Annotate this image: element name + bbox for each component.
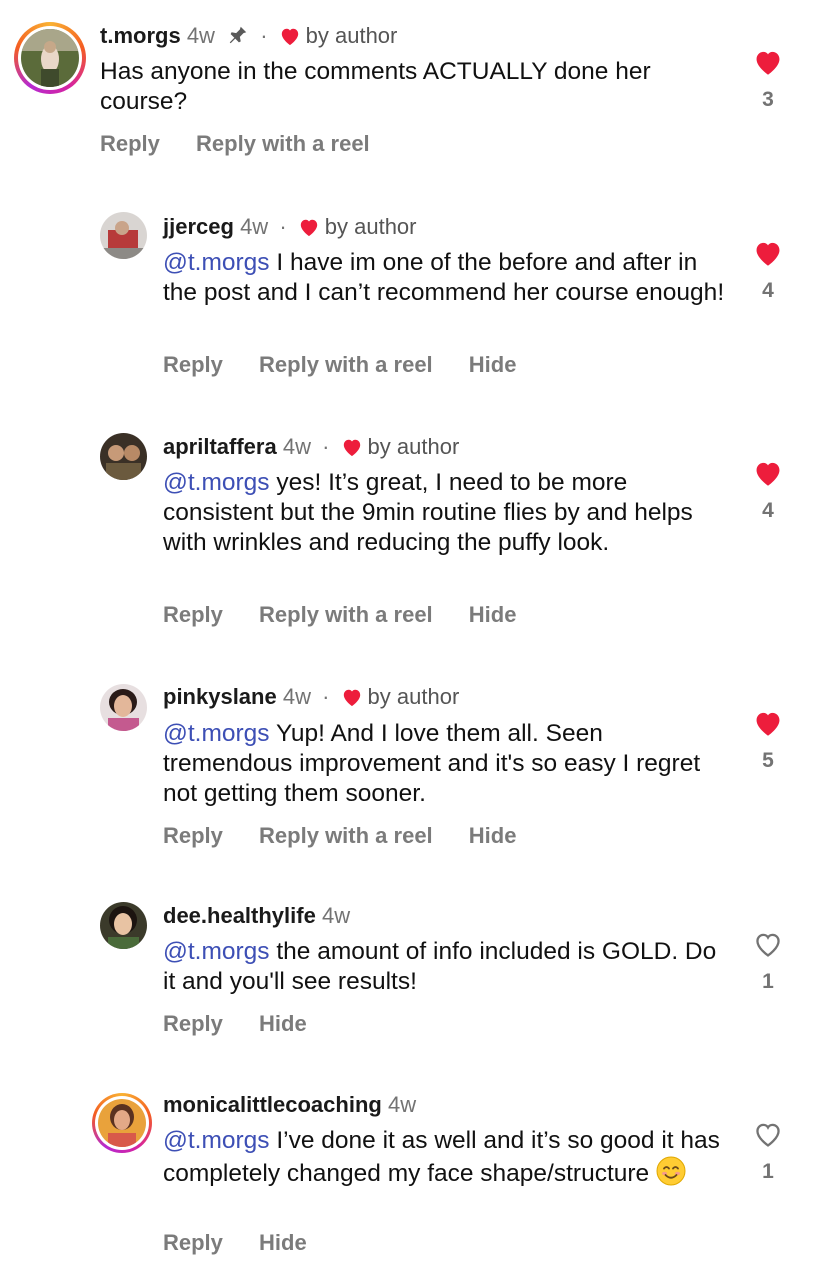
username[interactable]: pinkyslane <box>163 684 277 709</box>
mention-link[interactable]: @t.morgs <box>163 938 270 965</box>
pin-icon <box>227 24 249 53</box>
comment-text: @t.morgs I have im one of the before and… <box>163 249 725 306</box>
mention-link[interactable]: @t.morgs <box>163 1127 270 1154</box>
heart-outline-icon[interactable] <box>752 930 784 958</box>
author-liked-heart-icon <box>341 436 363 464</box>
liked-by-author-label: by author <box>324 214 417 239</box>
like-control: 4 <box>748 459 788 523</box>
comment-actions: Reply Hide <box>163 1230 337 1256</box>
mention-link[interactable]: @t.morgs <box>163 249 270 276</box>
comment-text: @t.morgs Yup! And I love them all. Seen … <box>163 720 701 807</box>
like-count: 3 <box>762 88 774 111</box>
comment-pinkyslane: pinkyslane 4w · by author @t.morgs Yup! … <box>0 671 822 861</box>
comment-apriltaffera: apriltaffera 4w · by author @t.morgs yes… <box>0 420 822 650</box>
smiling-face-icon <box>656 1156 686 1186</box>
like-count: 1 <box>762 970 774 993</box>
comment-age: 4w <box>282 684 311 709</box>
hide-button[interactable]: Hide <box>259 1011 307 1036</box>
story-ring[interactable] <box>92 1093 152 1153</box>
comment-age: 4w <box>387 1092 417 1117</box>
author-liked-heart-icon <box>298 216 320 244</box>
comment-age: 4w <box>321 903 351 928</box>
like-control: 3 <box>748 48 788 112</box>
heart-filled-icon[interactable] <box>752 239 784 267</box>
reply-button[interactable]: Reply <box>163 1011 223 1036</box>
avatar[interactable] <box>100 684 147 731</box>
comment-header: monicalittlecoaching 4w <box>163 1091 416 1119</box>
comment-text: @t.morgs I’ve done it as well and it’s s… <box>163 1127 720 1187</box>
author-liked-heart-icon <box>341 686 363 714</box>
comment-text: @t.morgs yes! It’s great, I need to be m… <box>163 469 693 556</box>
like-control: 1 <box>748 930 788 994</box>
heart-filled-icon[interactable] <box>752 459 784 487</box>
like-count: 4 <box>762 279 774 302</box>
reply-with-reel-button[interactable]: Reply with a reel <box>196 131 370 156</box>
like-count: 5 <box>762 749 774 772</box>
reply-with-reel-button[interactable]: Reply with a reel <box>259 823 433 848</box>
like-count: 4 <box>762 499 774 522</box>
avatar[interactable] <box>100 433 147 480</box>
reply-with-reel-button[interactable]: Reply with a reel <box>259 352 433 377</box>
avatar[interactable] <box>100 902 147 949</box>
mention-link[interactable]: @t.morgs <box>163 720 270 747</box>
hide-button[interactable]: Hide <box>469 823 517 848</box>
reply-with-reel-button[interactable]: Reply with a reel <box>259 602 433 627</box>
reply-button[interactable]: Reply <box>163 352 223 377</box>
avatar[interactable] <box>21 29 79 87</box>
comment-header: dee.healthylife 4w <box>163 902 350 930</box>
story-ring[interactable] <box>14 22 86 94</box>
reply-button[interactable]: Reply <box>163 823 223 848</box>
comment-header: apriltaffera 4w · by author <box>163 433 459 464</box>
username[interactable]: monicalittlecoaching <box>163 1092 382 1117</box>
comment-jjerceg: jjerceg 4w · by author @t.morgs I have i… <box>0 200 822 390</box>
reply-button[interactable]: Reply <box>100 131 160 156</box>
comment-actions: Reply Reply with a reel Hide <box>163 823 546 849</box>
heart-outline-icon[interactable] <box>752 1120 784 1148</box>
hide-button[interactable]: Hide <box>469 602 517 627</box>
author-liked-heart-icon <box>279 25 301 53</box>
liked-by-author-label: by author <box>367 434 460 459</box>
heart-filled-icon[interactable] <box>752 709 784 737</box>
comment-header: jjerceg 4w · by author <box>163 213 417 244</box>
mention-link[interactable]: @t.morgs <box>163 469 270 496</box>
like-control: 4 <box>748 239 788 303</box>
username[interactable]: apriltaffera <box>163 434 277 459</box>
hide-button[interactable]: Hide <box>259 1230 307 1255</box>
comment-actions: Reply Hide <box>163 1011 337 1037</box>
comment-age: 4w <box>186 23 215 48</box>
comment-age: 4w <box>240 214 269 239</box>
comment-monicalittlecoaching: monicalittlecoaching 4w @t.morgs I’ve do… <box>0 1080 822 1280</box>
comment-age: 4w <box>282 434 311 459</box>
username[interactable]: dee.healthylife <box>163 903 316 928</box>
liked-by-author-label: by author <box>367 684 460 709</box>
reply-button[interactable]: Reply <box>163 1230 223 1255</box>
comment-actions: Reply Reply with a reel Hide <box>163 602 546 628</box>
avatar[interactable] <box>100 212 147 259</box>
hide-button[interactable]: Hide <box>469 352 517 377</box>
reply-button[interactable]: Reply <box>163 602 223 627</box>
comment-actions: Reply Reply with a reel <box>100 131 400 157</box>
avatar[interactable] <box>98 1099 146 1147</box>
like-control: 5 <box>748 709 788 773</box>
username[interactable]: t.morgs <box>100 23 181 48</box>
comment-text: @t.morgs the amount of info included is … <box>163 938 717 995</box>
username[interactable]: jjerceg <box>163 214 234 239</box>
comment-t-morgs: t.morgs 4w · by author Has anyone in the… <box>0 0 822 180</box>
like-control: 1 <box>748 1120 788 1184</box>
comment-header: pinkyslane 4w · by author <box>163 683 459 714</box>
liked-by-author-label: by author <box>305 23 398 48</box>
comment-dee-healthylife: dee.healthylife 4w @t.morgs the amount o… <box>0 890 822 1060</box>
comment-header: t.morgs 4w · by author <box>100 22 397 53</box>
comment-text: Has anyone in the comments ACTUALLY done… <box>100 58 651 115</box>
comment-actions: Reply Reply with a reel Hide <box>163 352 546 378</box>
like-count: 1 <box>762 1160 774 1183</box>
heart-filled-icon[interactable] <box>752 48 784 76</box>
